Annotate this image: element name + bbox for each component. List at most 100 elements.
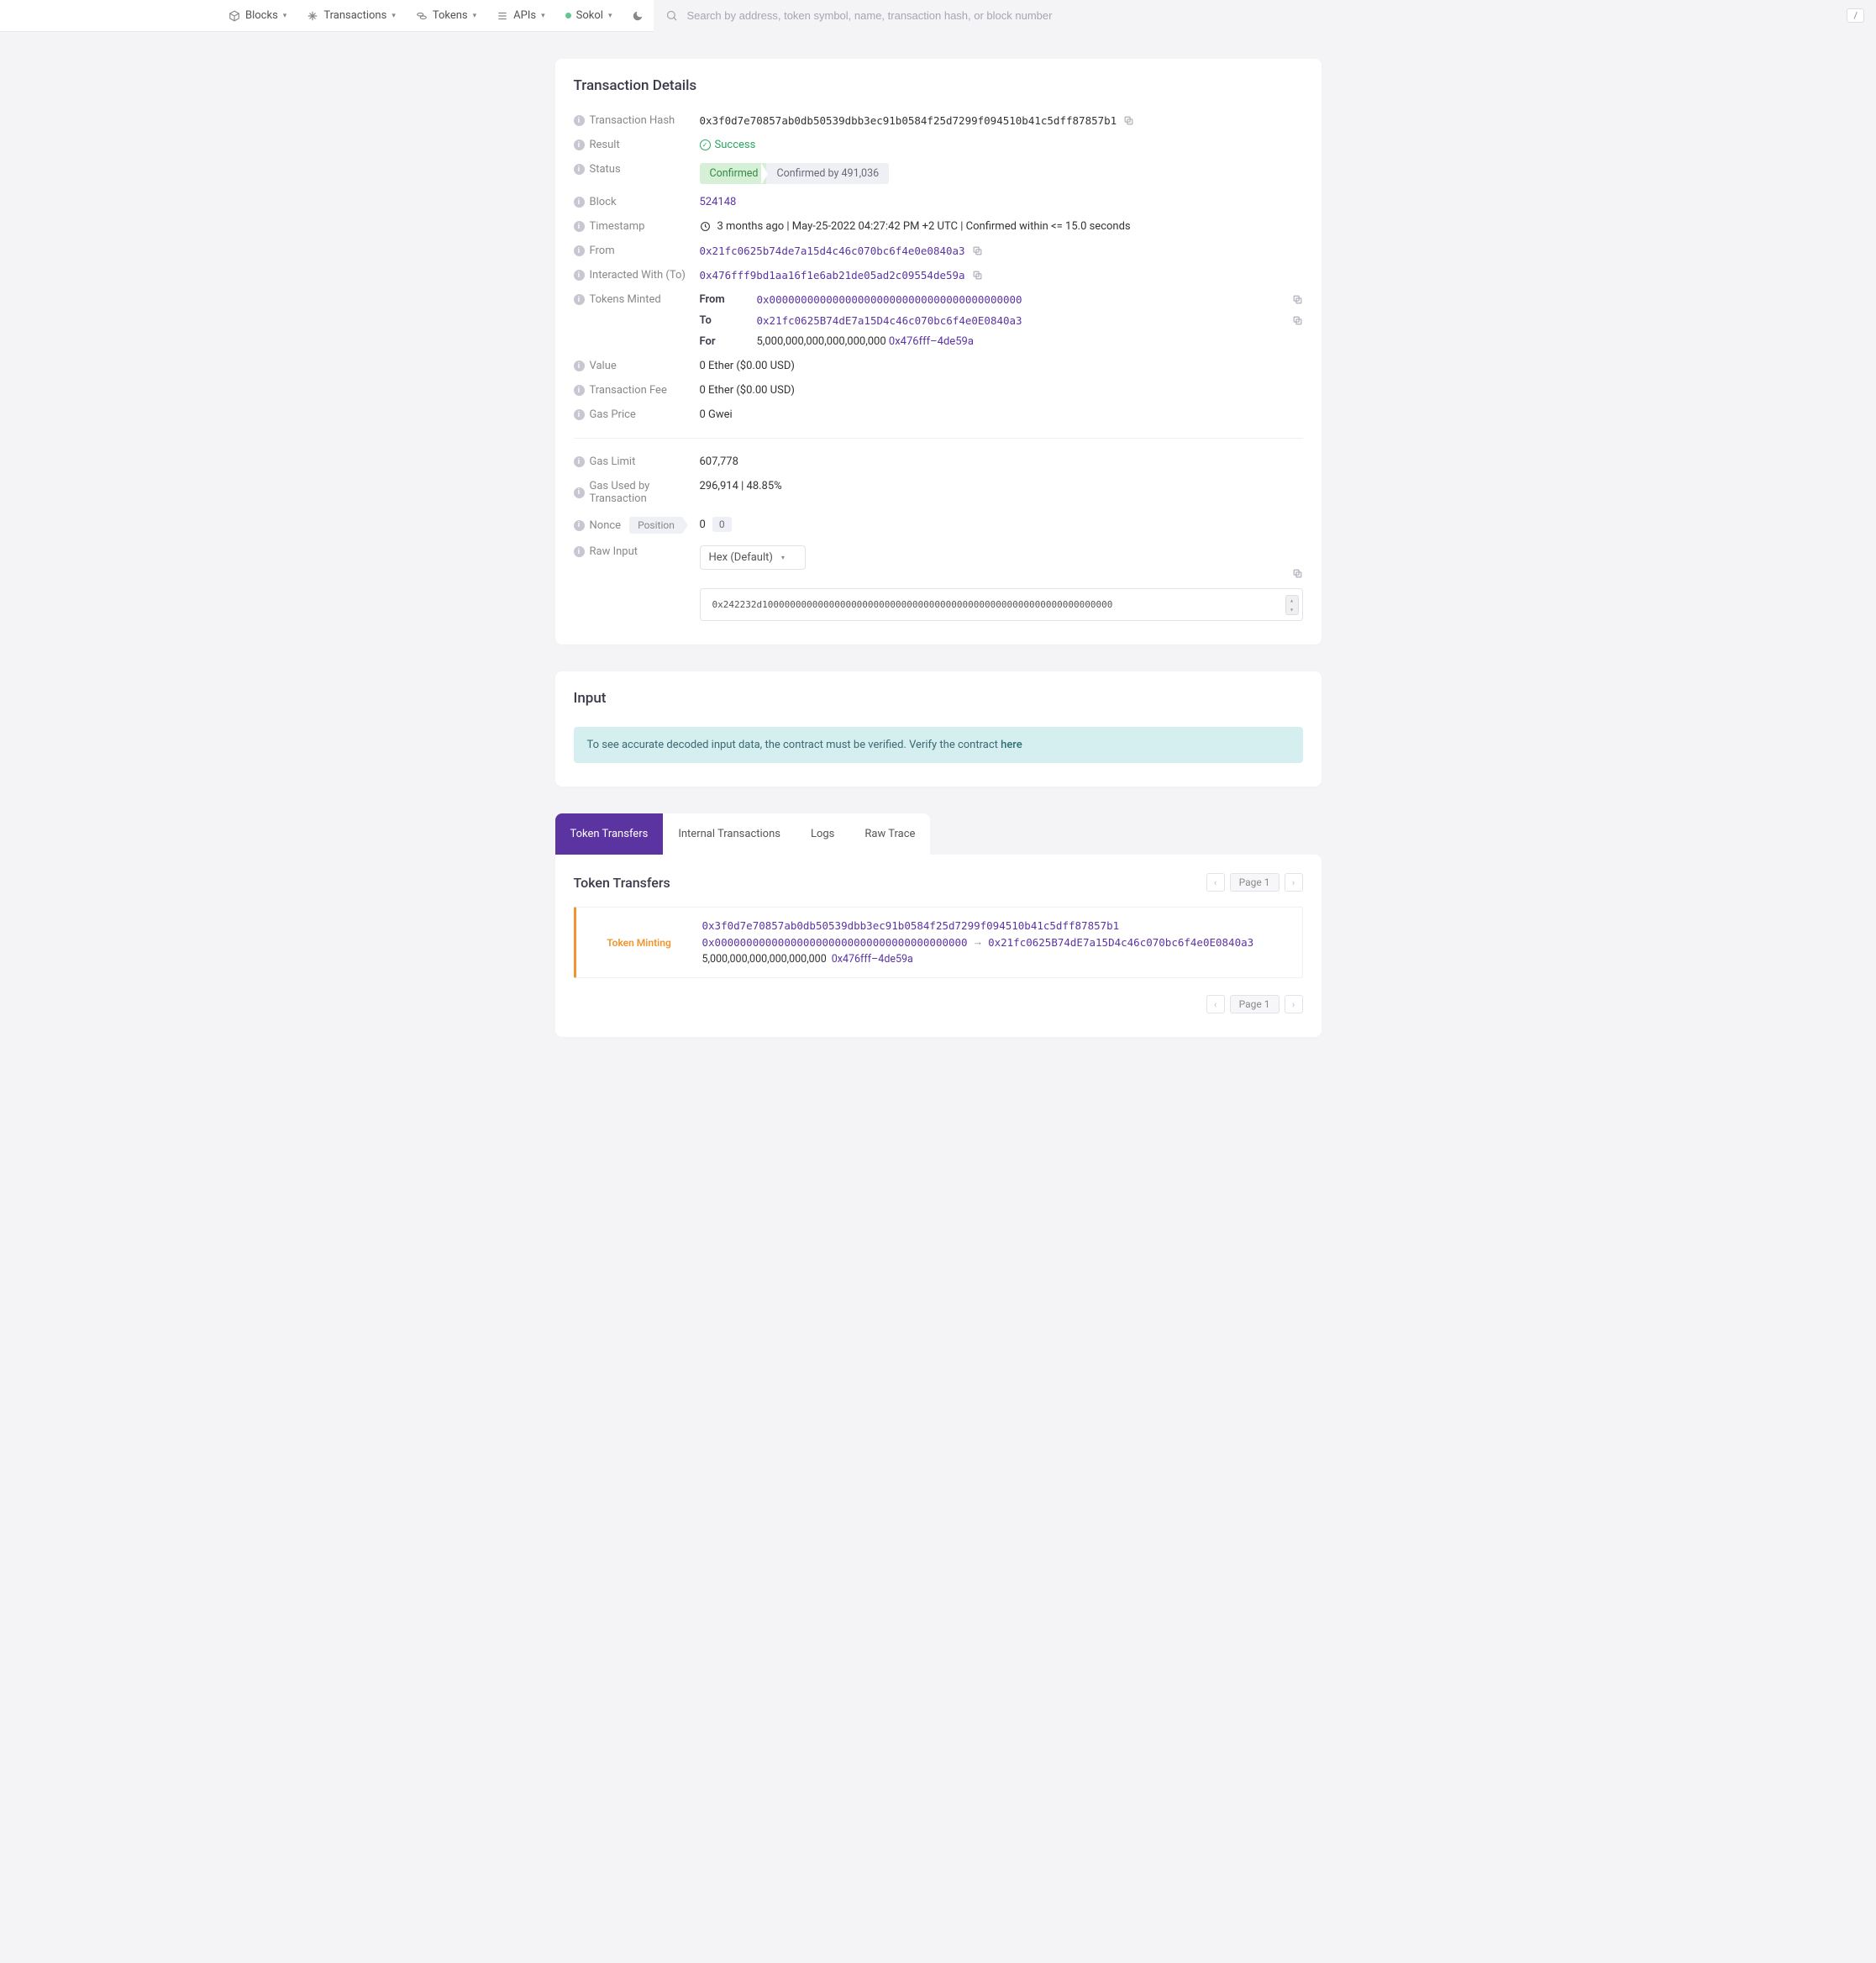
minted-from-link[interactable]: 0x00000000000000000000000000000000000000…	[757, 293, 1277, 306]
nav-transactions-label: Transactions	[323, 9, 386, 22]
page-title: Transaction Details	[574, 77, 1303, 94]
value-from: 0x21fc0625b74de7a15d4c46c070bc6f4e0e0840…	[700, 245, 1303, 257]
minted-token-link[interactable]: 0x476fff–4de59a	[889, 335, 974, 348]
label-fee: iTransaction Fee	[574, 384, 700, 397]
transfer-to-link[interactable]: 0x21fc0625B74dE7a15D4c46c070bc6f4e0E0840…	[988, 936, 1253, 949]
nav-apis[interactable]: APIs ▾	[486, 0, 554, 32]
info-icon[interactable]: i	[574, 385, 585, 396]
tab-logs[interactable]: Logs	[796, 813, 849, 855]
pager-prev[interactable]: ‹	[1206, 995, 1225, 1013]
to-address-link[interactable]: 0x476fff9bd1aa16f1e6ab21de05ad2c09554de5…	[700, 269, 965, 282]
info-icon[interactable]: i	[574, 115, 585, 126]
info-icon[interactable]: i	[574, 360, 585, 371]
info-icon[interactable]: i	[574, 409, 585, 420]
minted-to-link[interactable]: 0x21fc0625B74dE7a15D4c46c070bc6f4e0E0840…	[757, 314, 1277, 327]
hex-format-select[interactable]: Hex (Default)▾	[700, 545, 806, 570]
value-to: 0x476fff9bd1aa16f1e6ab21de05ad2c09554de5…	[700, 269, 1303, 282]
tab-internal-transactions[interactable]: Internal Transactions	[663, 813, 796, 855]
tab-token-transfers[interactable]: Token Transfers	[555, 813, 664, 855]
cube-icon	[229, 10, 240, 22]
block-link[interactable]: 524148	[700, 196, 737, 208]
copy-icon[interactable]	[972, 270, 983, 281]
minted-for-value: 5,000,000,000,000,000,000 0x476fff–4de59…	[757, 335, 1277, 348]
navbar: Blocks ▾ Transactions ▾ Tokens ▾ APIs ▾	[0, 0, 1876, 32]
label-tokens-minted: iTokens Minted	[574, 293, 700, 306]
nav-blocks[interactable]: Blocks ▾	[218, 0, 297, 32]
transfer-hash-link[interactable]: 0x3f0d7e70857ab0db50539dbb3ec91b0584f25d…	[702, 919, 1120, 932]
value-nonce: 00	[700, 517, 1303, 532]
pager-bottom: ‹ Page 1 ›	[1206, 995, 1303, 1013]
sparkle-icon	[307, 10, 318, 22]
info-icon[interactable]: i	[574, 294, 585, 305]
transfer-row: Token Minting 0x3f0d7e70857ab0db50539dbb…	[574, 907, 1303, 978]
network-status-dot	[565, 13, 571, 18]
info-icon[interactable]: i	[574, 487, 585, 498]
minted-for-label: For	[700, 335, 742, 348]
transfer-amount: 5,000,000,000,000,000,000	[702, 953, 827, 966]
info-icon[interactable]: i	[574, 164, 585, 175]
caret-icon: ▾	[473, 12, 477, 20]
pager-prev[interactable]: ‹	[1206, 873, 1225, 892]
from-address-link[interactable]: 0x21fc0625b74de7a15d4c46c070bc6f4e0e0840…	[700, 245, 965, 257]
copy-icon[interactable]	[1292, 315, 1303, 326]
nav-blocks-label: Blocks	[245, 9, 278, 22]
clock-icon	[700, 221, 711, 232]
position-badge: Position	[629, 517, 683, 534]
minted-from-label: From	[700, 293, 742, 306]
input-card: Input To see accurate decoded input data…	[555, 671, 1322, 787]
raw-input-scrollbar[interactable]: ▴▾	[1285, 595, 1299, 615]
value-fee: 0 Ether ($0.00 USD)	[700, 384, 1303, 397]
nav-items: Blocks ▾ Transactions ▾ Tokens ▾ APIs ▾	[218, 0, 654, 32]
info-icon[interactable]: i	[574, 245, 585, 256]
keyboard-hint: /	[1847, 8, 1864, 23]
nav-tokens[interactable]: Tokens ▾	[406, 0, 486, 32]
minted-to-label: To	[700, 314, 742, 327]
pager-page: Page 1	[1230, 995, 1280, 1013]
copy-icon[interactable]	[972, 245, 983, 256]
transfer-token-link[interactable]: 0x476fff–4de59a	[832, 953, 913, 966]
label-raw-input: iRaw Input	[574, 545, 700, 558]
tabs: Token Transfers Internal Transactions Lo…	[555, 813, 1322, 855]
search-input[interactable]	[686, 9, 1838, 22]
value-hash: 0x3f0d7e70857ab0db50539dbb3ec91b0584f25d…	[700, 114, 1303, 127]
check-circle-icon: ✓	[700, 139, 711, 150]
label-hash: iTransaction Hash	[574, 114, 700, 127]
list-icon	[497, 10, 508, 22]
moon-icon	[632, 10, 644, 22]
info-icon[interactable]: i	[574, 139, 585, 150]
value-timestamp: 3 months ago | May-25-2022 04:27:42 PM +…	[700, 220, 1303, 233]
label-result: iResult	[574, 139, 700, 151]
search-bar: /	[654, 0, 1876, 32]
value-gas-price: 0 Gwei	[700, 408, 1303, 421]
copy-icon[interactable]	[1292, 568, 1303, 579]
token-transfers-card: Token Transfers ‹ Page 1 › Token Minting…	[555, 855, 1322, 1037]
verify-link[interactable]: here	[1001, 739, 1022, 751]
info-icon[interactable]: i	[574, 520, 585, 531]
nav-transactions[interactable]: Transactions ▾	[297, 0, 406, 32]
copy-icon[interactable]	[1123, 115, 1134, 126]
pager-next[interactable]: ›	[1285, 995, 1303, 1013]
info-icon[interactable]: i	[574, 456, 585, 467]
transaction-details-card: Transaction Details iTransaction Hash 0x…	[555, 59, 1322, 645]
nav-network[interactable]: Sokol ▾	[555, 0, 623, 32]
copy-icon[interactable]	[1292, 294, 1303, 305]
token-transfers-title: Token Transfers	[574, 875, 670, 891]
confirmed-badge: Confirmed	[700, 163, 769, 184]
info-icon[interactable]: i	[574, 546, 585, 557]
input-title: Input	[574, 690, 1303, 707]
info-icon[interactable]: i	[574, 197, 585, 208]
nav-network-label: Sokol	[576, 9, 603, 22]
label-block: iBlock	[574, 196, 700, 208]
info-icon[interactable]: i	[574, 221, 585, 232]
value-status: Confirmed Confirmed by 491,036	[700, 163, 1303, 184]
label-nonce: iNoncePosition	[574, 517, 700, 534]
caret-icon: ▾	[283, 12, 287, 20]
transfer-from-link[interactable]: 0x00000000000000000000000000000000000000…	[702, 936, 968, 949]
label-value: iValue	[574, 360, 700, 372]
pager-next[interactable]: ›	[1285, 873, 1303, 892]
value-block: 524148	[700, 196, 1303, 208]
dark-mode-toggle[interactable]	[622, 0, 654, 32]
info-icon[interactable]: i	[574, 270, 585, 281]
tab-raw-trace[interactable]: Raw Trace	[849, 813, 930, 855]
verify-alert: To see accurate decoded input data, the …	[574, 727, 1303, 763]
